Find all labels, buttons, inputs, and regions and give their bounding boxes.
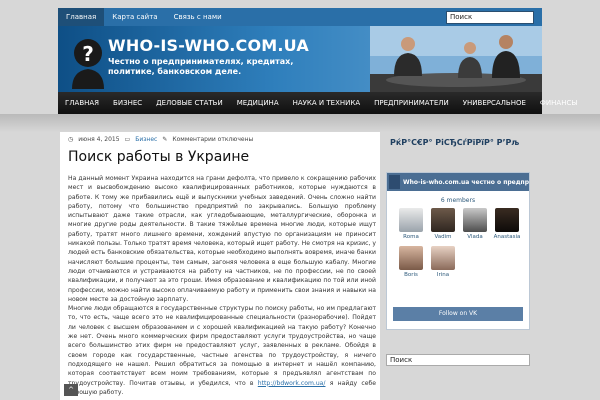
nav-business[interactable]: БИЗНЕС (106, 92, 149, 114)
vk-member[interactable]: Boris (395, 246, 427, 278)
post-body: На данный момент Украина находится на гр… (68, 174, 376, 397)
sidebar: РќР°С€Р° РіСЂСѓРїРїР° Р’Рљ Who-is-who.co… (386, 132, 530, 400)
member-name[interactable]: Irina (437, 272, 449, 278)
post-paragraph-1: На данный момент Украина находится на гр… (68, 175, 376, 303)
vk-group-logo (389, 175, 400, 189)
site-header: ? WHO-IS-WHO.COM.UA Честно о предпринима… (58, 26, 542, 92)
avatar[interactable] (399, 208, 423, 232)
avatar[interactable] (463, 208, 487, 232)
site-description-line1: Честно о предпринимателях, кредитах, (108, 57, 294, 66)
vk-group-widget: Who-is-who.com.ua честно о предпр 6 memb… (386, 172, 530, 330)
member-name[interactable]: Boris (404, 272, 418, 278)
member-name[interactable]: Roma (403, 234, 419, 240)
member-name[interactable]: Vlada (467, 234, 483, 240)
site-description-line2: политике, банковском деле. (108, 67, 242, 76)
vk-member[interactable]: Roma (395, 208, 427, 240)
site-title[interactable]: WHO-IS-WHO.COM.UA (108, 36, 309, 55)
member-name[interactable]: Anastasia (494, 234, 521, 240)
post-paragraph-2: Многие люди обращаются в государственные… (68, 304, 376, 397)
sidebar-widget-title: РќР°С€Р° РіСЂСѓРїРїР° Р’Рљ (390, 138, 520, 147)
topnav-contact[interactable]: Связь с нами (166, 8, 230, 26)
nav-entrepreneurs[interactable]: ПРЕДПРИНИМАТЕЛИ (367, 92, 456, 114)
vk-member[interactable]: Anastasia (491, 208, 523, 240)
avatar[interactable] (399, 246, 423, 270)
avatar[interactable] (495, 208, 519, 232)
vk-member[interactable]: Irina (427, 246, 459, 278)
nav-universal[interactable]: УНИВЕРСАЛЬНОЕ (456, 92, 533, 114)
site-description: Честно о предпринимателях, кредитах, пол… (108, 57, 293, 77)
nav-business-articles[interactable]: ДЕЛОВЫЕ СТАТЬИ (149, 92, 230, 114)
vk-members-count: 6 members (440, 197, 476, 204)
post-date: июня 4, 2015 (78, 136, 120, 143)
nav-finance[interactable]: ФИНАНСЫ (533, 92, 585, 114)
header-band (0, 114, 600, 132)
svg-text:?: ? (82, 42, 94, 66)
question-person-icon: ? (72, 39, 104, 89)
post-meta: ◷ июня 4, 2015 ▭ Бизнес ✎ Комментарии от… (68, 136, 253, 143)
vk-member[interactable]: Vadim (427, 208, 459, 240)
avatar[interactable] (431, 246, 455, 270)
topnav-home[interactable]: Главная (58, 8, 105, 26)
avatar[interactable] (431, 208, 455, 232)
main-navigation: ГЛАВНАЯ БИЗНЕС ДЕЛОВЫЕ СТАТЬИ МЕДИЦИНА Н… (58, 92, 578, 114)
folder-icon: ▭ (124, 136, 131, 143)
post-comments: Комментарии отключены (172, 136, 254, 143)
nav-science[interactable]: НАУКА И ТЕХНИКА (286, 92, 368, 114)
topnav-sitemap[interactable]: Карта сайта (104, 8, 165, 26)
post-area: ◷ июня 4, 2015 ▭ Бизнес ✎ Комментарии от… (60, 132, 380, 400)
post-title[interactable]: Поиск работы в Украине (68, 149, 249, 165)
sidebar-search-input[interactable]: Поиск (386, 354, 530, 366)
post-category-link[interactable]: Бизнес (135, 136, 157, 143)
nav-home[interactable]: ГЛАВНАЯ (58, 92, 106, 114)
vk-widget-header[interactable]: Who-is-who.com.ua честно о предпр (387, 173, 529, 191)
member-name[interactable]: Vadim (434, 234, 451, 240)
scroll-up-button[interactable]: ^ (64, 384, 78, 396)
vk-group-name[interactable]: Who-is-who.com.ua честно о предпр (403, 179, 529, 186)
business-people-image (370, 26, 542, 92)
clock-icon: ◷ (68, 136, 74, 143)
post-paragraph-2-text: Многие люди обращаются в государственные… (68, 305, 376, 387)
bdwork-link[interactable]: http://bdwork.com.ua/ (258, 380, 326, 387)
top-search-input[interactable]: Поиск (446, 11, 534, 24)
top-bar: Главная Карта сайта Связь с нами Поиск (58, 8, 542, 26)
nav-medicine[interactable]: МЕДИЦИНА (230, 92, 286, 114)
comment-icon: ✎ (162, 136, 168, 143)
vk-follow-button[interactable]: Follow on VK (393, 307, 523, 321)
vk-member[interactable]: Vlada (459, 208, 491, 240)
vk-members-list: Roma Vadim Vlada Anastasia Boris Irina (395, 208, 523, 278)
